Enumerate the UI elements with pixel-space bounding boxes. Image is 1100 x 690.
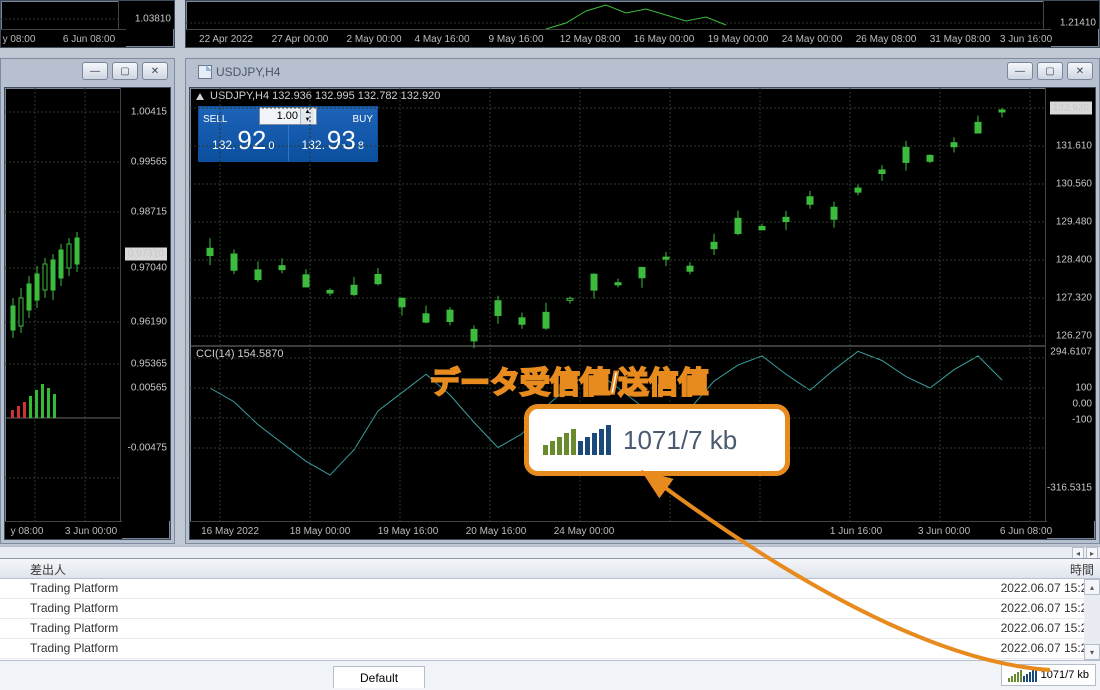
annotation-callout: 1071/7 kb bbox=[524, 404, 790, 476]
terminal-header: 差出人 時間 bbox=[0, 559, 1100, 579]
signal-icon bbox=[543, 425, 611, 455]
minimize-button[interactable]: — bbox=[1007, 62, 1033, 80]
last-price-tag: 132.920 bbox=[1050, 102, 1092, 115]
col-time[interactable]: 時間 bbox=[1000, 559, 1100, 578]
chart-window-top-right: 1.21410 22 Apr 2022 27 Apr 00:00 2 May 0… bbox=[185, 0, 1100, 48]
terminal-panel: 差出人 時間 Trading Platform2022.06.07 15:23T… bbox=[0, 558, 1100, 660]
table-row[interactable]: Trading Platform2022.06.07 15:23 bbox=[0, 619, 1100, 639]
table-row[interactable]: Trading Platform2022.06.07 15:23 bbox=[0, 579, 1100, 599]
minimize-button[interactable]: — bbox=[82, 62, 108, 80]
status-bar: Default 1071/7 kb bbox=[0, 660, 1100, 690]
terminal-scrollbar[interactable]: ▴ ▾ bbox=[1084, 579, 1100, 660]
maximize-button[interactable]: ▢ bbox=[112, 62, 138, 80]
chart-tab-strip: ◂ ▸ bbox=[0, 546, 1100, 558]
table-row[interactable]: Trading Platform2022.06.07 15:23 bbox=[0, 599, 1100, 619]
chart-doc-icon bbox=[198, 65, 212, 79]
y-label: 1.03810 bbox=[135, 14, 171, 25]
close-button[interactable]: ✕ bbox=[142, 62, 168, 80]
signal-icon bbox=[1008, 668, 1037, 682]
col-sender[interactable]: 差出人 bbox=[0, 559, 1000, 578]
chart-window-left-frame: — ▢ ✕ bbox=[0, 58, 175, 544]
table-row[interactable]: Trading Platform2022.06.07 15:23 bbox=[0, 639, 1100, 659]
maximize-button[interactable]: ▢ bbox=[1037, 62, 1063, 80]
profile-tab[interactable]: Default bbox=[333, 666, 425, 688]
indicator-label: CCI(14) 154.5870 bbox=[196, 348, 283, 360]
connection-status[interactable]: 1071/7 kb bbox=[1001, 664, 1096, 686]
chart-title: USDJPY,H4 bbox=[192, 63, 286, 81]
chart-window-top-left: 1.03810 y 08:00 6 Jun 08:00 bbox=[0, 0, 175, 48]
scroll-down-button[interactable]: ▾ bbox=[1084, 644, 1100, 660]
close-button[interactable]: ✕ bbox=[1067, 62, 1093, 80]
annotation-label: データ受信値/送信値 bbox=[430, 358, 708, 402]
scroll-up-button[interactable]: ▴ bbox=[1084, 579, 1100, 595]
